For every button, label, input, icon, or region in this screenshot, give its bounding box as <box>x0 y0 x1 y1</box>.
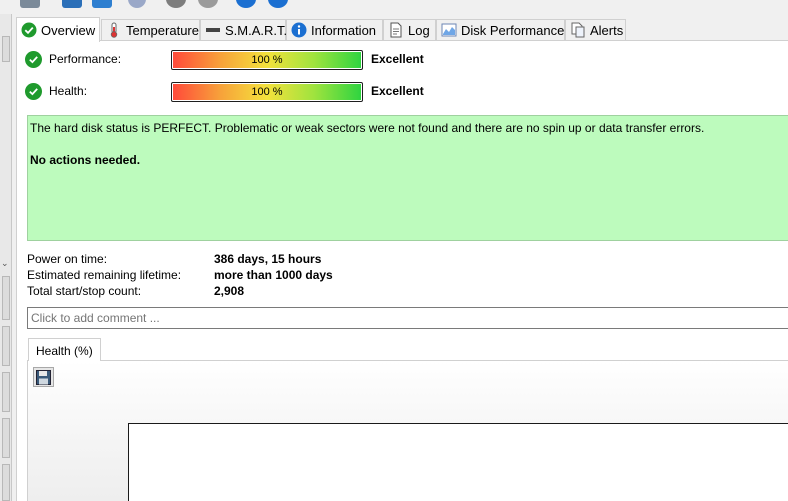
performance-row: Performance: <box>25 49 194 69</box>
check-circle-icon <box>25 82 42 100</box>
tab-label: Information <box>311 22 377 38</box>
toolbar-settings-icon[interactable] <box>166 0 186 8</box>
left-strip-segment <box>2 326 10 366</box>
tab-smart[interactable]: S.M.A.R.T. <box>200 19 288 40</box>
info-key: Estimated remaining lifetime: <box>27 268 182 282</box>
tab-label: Alerts <box>590 22 624 38</box>
status-action: No actions needed. <box>30 153 141 167</box>
status-message: The hard disk status is PERFECT. Problem… <box>30 121 705 135</box>
tab-log[interactable]: Log <box>383 19 436 40</box>
thermometer-icon <box>106 22 122 38</box>
toolbar-mail-icon[interactable] <box>92 0 112 8</box>
document-icon <box>388 22 404 38</box>
info-key: Total start/stop count: <box>27 284 142 298</box>
performance-value: 100 % <box>251 54 283 66</box>
tab-label: Temperature <box>126 22 199 38</box>
alerts-icon <box>570 22 586 38</box>
toolbar-info-icon[interactable] <box>268 0 288 8</box>
performance-bar: 100 % <box>171 50 363 70</box>
comment-input[interactable] <box>27 307 788 329</box>
health-bar: 100 % <box>171 82 363 102</box>
main-toolbar <box>0 0 788 10</box>
info-value: 386 days, 15 hours <box>214 252 322 266</box>
left-strip-segment <box>2 418 10 458</box>
tab-overview[interactable]: Overview <box>16 17 100 42</box>
main-tab-bar: Overview Temperature S.M.A.R.T. Informat… <box>16 17 788 42</box>
save-graph-button[interactable] <box>33 367 54 387</box>
toolbar-help-icon[interactable] <box>236 0 256 8</box>
tab-health-percent[interactable]: Health (%) <box>28 338 101 362</box>
check-circle-icon <box>21 22 37 38</box>
toolbar-tools-icon[interactable] <box>198 0 218 8</box>
tab-disk-performance[interactable]: Disk Performance <box>436 19 565 40</box>
health-value: 100 % <box>251 86 283 98</box>
left-strip-segment <box>2 464 10 501</box>
info-value: more than 1000 days <box>214 268 333 282</box>
health-rating: Excellent <box>371 84 424 98</box>
info-value: 2,908 <box>214 284 245 298</box>
tab-information[interactable]: Information <box>286 19 383 40</box>
health-bar-fill: 100 % <box>173 84 361 100</box>
info-icon <box>291 22 307 38</box>
tab-label: S.M.A.R.T. <box>225 22 288 38</box>
health-graph-area <box>27 361 788 501</box>
left-strip-segment <box>2 372 10 412</box>
toolbar-refresh-icon[interactable] <box>62 0 82 8</box>
performance-rating: Excellent <box>371 52 424 66</box>
toolbar-disk-icon[interactable] <box>20 0 40 8</box>
check-circle-icon <box>25 50 42 68</box>
tab-alerts[interactable]: Alerts <box>565 19 626 40</box>
performance-bar-fill: 100 % <box>173 52 361 68</box>
tab-label: Overview <box>41 22 96 38</box>
health-graph-plot <box>128 423 788 501</box>
chevron-down-icon[interactable]: ⌄ <box>1 258 9 268</box>
tab-label: Log <box>408 22 430 38</box>
floppy-disk-icon <box>36 369 51 385</box>
left-panel-strip[interactable]: ⌄ <box>0 14 12 501</box>
status-message-box: The hard disk status is PERFECT. Problem… <box>27 115 788 241</box>
tab-temperature[interactable]: Temperature <box>101 19 200 40</box>
left-strip-segment <box>2 36 10 62</box>
info-key: Power on time: <box>27 252 108 266</box>
tab-label: Disk Performance <box>461 22 565 38</box>
graph-tab-bar: Health (%) <box>27 338 788 362</box>
health-row: Health: <box>25 81 194 101</box>
overview-panel: Performance: 100 % Excellent Health: 100… <box>16 41 788 501</box>
toolbar-user-icon[interactable] <box>128 0 146 8</box>
smart-bar-icon <box>205 22 221 38</box>
chart-icon <box>441 22 457 38</box>
left-strip-segment <box>2 276 10 320</box>
